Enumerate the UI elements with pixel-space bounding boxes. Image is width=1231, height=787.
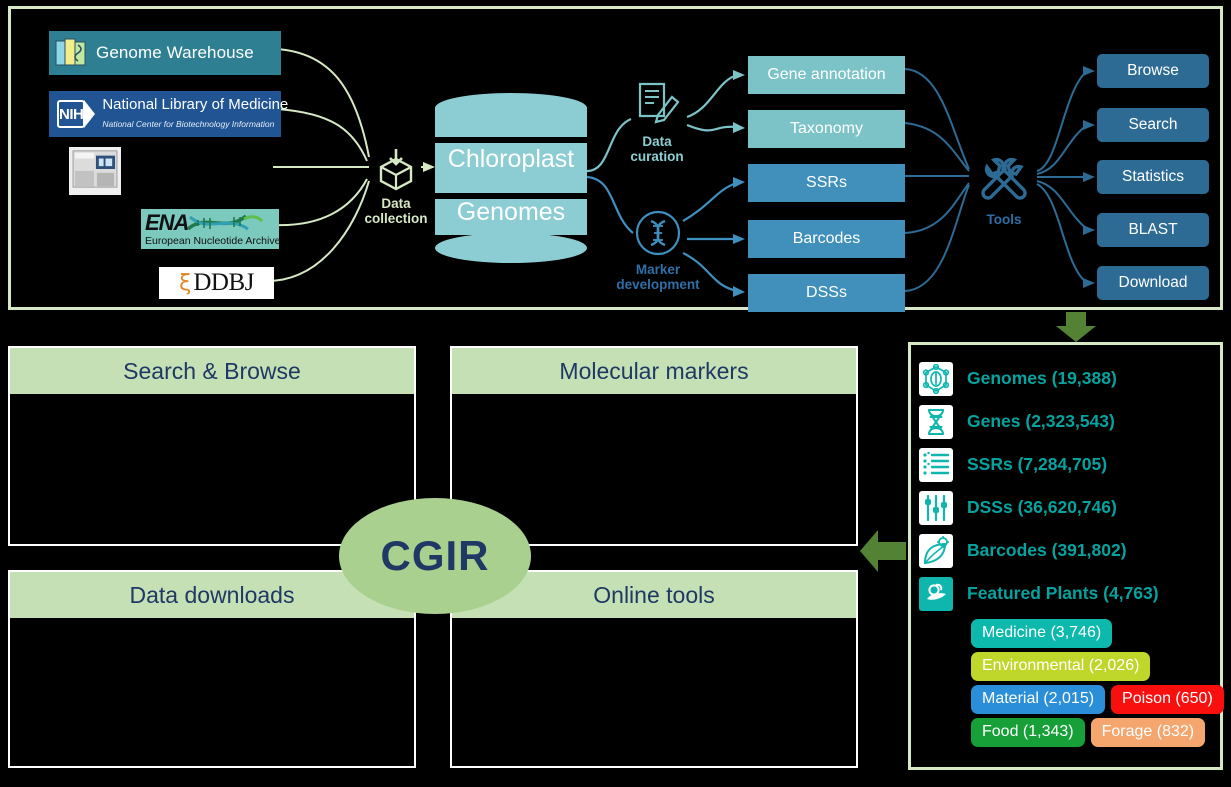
process-box-label: DSSs bbox=[806, 284, 847, 301]
leaf-gear-icon bbox=[919, 533, 953, 568]
tag-material[interactable]: Material (2,015) bbox=[971, 685, 1106, 714]
action-button-label: Download bbox=[1118, 274, 1188, 291]
tag-medicine[interactable]: Medicine (3,746) bbox=[971, 619, 1113, 648]
node-label-line2: development bbox=[616, 277, 700, 292]
nih-chevron-icon bbox=[84, 100, 96, 128]
stat-row-genomes[interactable]: Genomes (19,388) bbox=[919, 357, 1220, 400]
books-dna-icon bbox=[54, 37, 88, 69]
action-button-label: BLAST bbox=[1128, 221, 1178, 238]
source-label: Genome Warehouse bbox=[96, 43, 254, 62]
tag-row: Material (2,015) Poison (650) bbox=[971, 685, 1224, 714]
action-button-download[interactable]: Download bbox=[1097, 266, 1209, 300]
stat-label: Genes (2,323,543) bbox=[967, 411, 1115, 431]
process-box-label: Taxonomy bbox=[790, 120, 863, 137]
node-label-line1: Marker bbox=[635, 262, 681, 277]
source-ddbj[interactable]: ξ DDBJ bbox=[159, 267, 274, 299]
action-button-statistics[interactable]: Statistics bbox=[1097, 160, 1209, 194]
source-label: DDBJ bbox=[193, 269, 254, 296]
stat-label: Barcodes (391,802) bbox=[967, 540, 1127, 560]
genome-network-icon bbox=[919, 361, 953, 396]
process-box-dsss[interactable]: DSSs bbox=[748, 274, 905, 312]
tag-row: Food (1,343) Forage (832) bbox=[971, 718, 1220, 747]
source-ena[interactable]: ENA European Nucleotide Archive bbox=[141, 209, 281, 249]
source-label: National Library of Medicine bbox=[102, 96, 289, 113]
source-genome-warehouse[interactable]: Genome Warehouse bbox=[49, 31, 281, 75]
stat-row-ssrs[interactable]: SSRs (7,284,705) bbox=[919, 443, 1220, 486]
nih-logo-icon: NIH bbox=[57, 100, 86, 128]
arrow-left-icon bbox=[860, 530, 906, 572]
stat-label: DSSs (36,620,746) bbox=[967, 497, 1117, 517]
source-nih-nlm[interactable]: NIH National Library of Medicine Nationa… bbox=[49, 91, 288, 137]
process-box-label: SSRs bbox=[806, 174, 847, 191]
tag-food[interactable]: Food (1,343) bbox=[971, 718, 1085, 747]
tag-row: Environmental (2,026) bbox=[971, 652, 1220, 681]
node-marker-development: Marker development bbox=[597, 209, 719, 292]
plant-hand-circle-icon bbox=[919, 576, 953, 611]
quadrant-data-downloads[interactable]: Data downloads bbox=[8, 570, 416, 768]
source-sublabel: European Nucleotide Archive bbox=[145, 235, 281, 247]
quadrant-content bbox=[452, 618, 856, 766]
process-box-gene-annotation[interactable]: Gene annotation bbox=[748, 56, 905, 94]
node-label-line2: curation bbox=[630, 149, 684, 164]
tag-forage[interactable]: Forage (832) bbox=[1090, 718, 1206, 747]
stat-row-genes[interactable]: Genes (2,323,543) bbox=[919, 400, 1220, 443]
action-button-label: Search bbox=[1128, 116, 1178, 133]
stat-label: SSRs (7,284,705) bbox=[967, 454, 1108, 474]
database-label-line2: Genomes bbox=[456, 198, 566, 226]
arrow-down-icon bbox=[1056, 312, 1096, 342]
dna-helix-icon bbox=[919, 404, 953, 439]
dna-circle-icon bbox=[635, 210, 681, 256]
node-label-line1: Data bbox=[381, 196, 411, 211]
quadrant-title: Molecular markers bbox=[452, 348, 856, 394]
wrench-screwdriver-icon bbox=[981, 157, 1027, 200]
quadrant-molecular-markers[interactable]: Molecular markers bbox=[450, 346, 858, 546]
sliders-icon bbox=[919, 490, 953, 525]
source-label: ENA bbox=[145, 210, 189, 235]
stat-row-dsss[interactable]: DSSs (36,620,746) bbox=[919, 486, 1220, 529]
ena-dna-icon bbox=[187, 214, 264, 231]
process-box-barcodes[interactable]: Barcodes bbox=[748, 220, 905, 258]
node-label-line1: Data bbox=[642, 134, 672, 149]
cgir-label: CGIR bbox=[380, 532, 490, 579]
action-button-browse[interactable]: Browse bbox=[1097, 54, 1209, 88]
document-pencil-icon bbox=[638, 82, 680, 124]
list-lines-icon bbox=[919, 447, 953, 482]
node-label-line1: Tools bbox=[986, 212, 1022, 227]
process-box-ssrs[interactable]: SSRs bbox=[748, 164, 905, 202]
process-box-label: Gene annotation bbox=[767, 66, 886, 83]
database-label-line1: Chloroplast bbox=[447, 145, 575, 173]
node-data-collection: Data collection bbox=[356, 145, 436, 226]
statistics-panel: Genomes (19,388) Genes (2,323,543) SSRs … bbox=[908, 342, 1224, 770]
stat-row-barcodes[interactable]: Barcodes (391,802) bbox=[919, 529, 1220, 572]
process-box-taxonomy[interactable]: Taxonomy bbox=[748, 110, 905, 148]
quadrant-search-browse[interactable]: Search & Browse bbox=[8, 346, 416, 546]
stat-row-featured-plants[interactable]: Featured Plants (4,763) bbox=[919, 572, 1220, 615]
ddbj-logo-icon: ξ bbox=[179, 270, 192, 296]
node-label-line2: collection bbox=[364, 211, 428, 226]
tag-poison[interactable]: Poison (650) bbox=[1111, 685, 1224, 714]
source-sublabel: National Center for Biotechnology Inform… bbox=[102, 119, 275, 129]
pipeline-panel: Genome Warehouse NIH National Library of… bbox=[8, 6, 1223, 312]
quadrant-title: Search & Browse bbox=[10, 348, 414, 394]
quadrant-content bbox=[10, 394, 414, 544]
data-collection-cube-icon bbox=[379, 149, 413, 191]
stat-label: Featured Plants (4,763) bbox=[967, 583, 1159, 603]
action-button-label: Browse bbox=[1127, 62, 1179, 79]
action-button-label: Statistics bbox=[1121, 168, 1184, 185]
stat-label: Genomes (19,388) bbox=[967, 368, 1117, 388]
cgir-logo: CGIR bbox=[339, 498, 531, 614]
action-button-search[interactable]: Search bbox=[1097, 108, 1209, 142]
chloroplast-genomes-database: Chloroplast Genomes bbox=[435, 93, 587, 263]
source-sequencer[interactable] bbox=[69, 147, 121, 195]
quadrant-online-tools[interactable]: Online tools bbox=[450, 570, 858, 768]
sequencer-machine-icon bbox=[72, 148, 118, 195]
quadrant-content bbox=[10, 618, 414, 766]
node-data-curation: Data curation bbox=[609, 81, 705, 164]
tag-row: Medicine (3,746) bbox=[971, 619, 1220, 648]
action-button-blast[interactable]: BLAST bbox=[1097, 213, 1209, 247]
process-box-label: Barcodes bbox=[792, 230, 861, 247]
node-tools: Tools bbox=[963, 157, 1045, 227]
tag-environmental[interactable]: Environmental (2,026) bbox=[971, 652, 1151, 681]
